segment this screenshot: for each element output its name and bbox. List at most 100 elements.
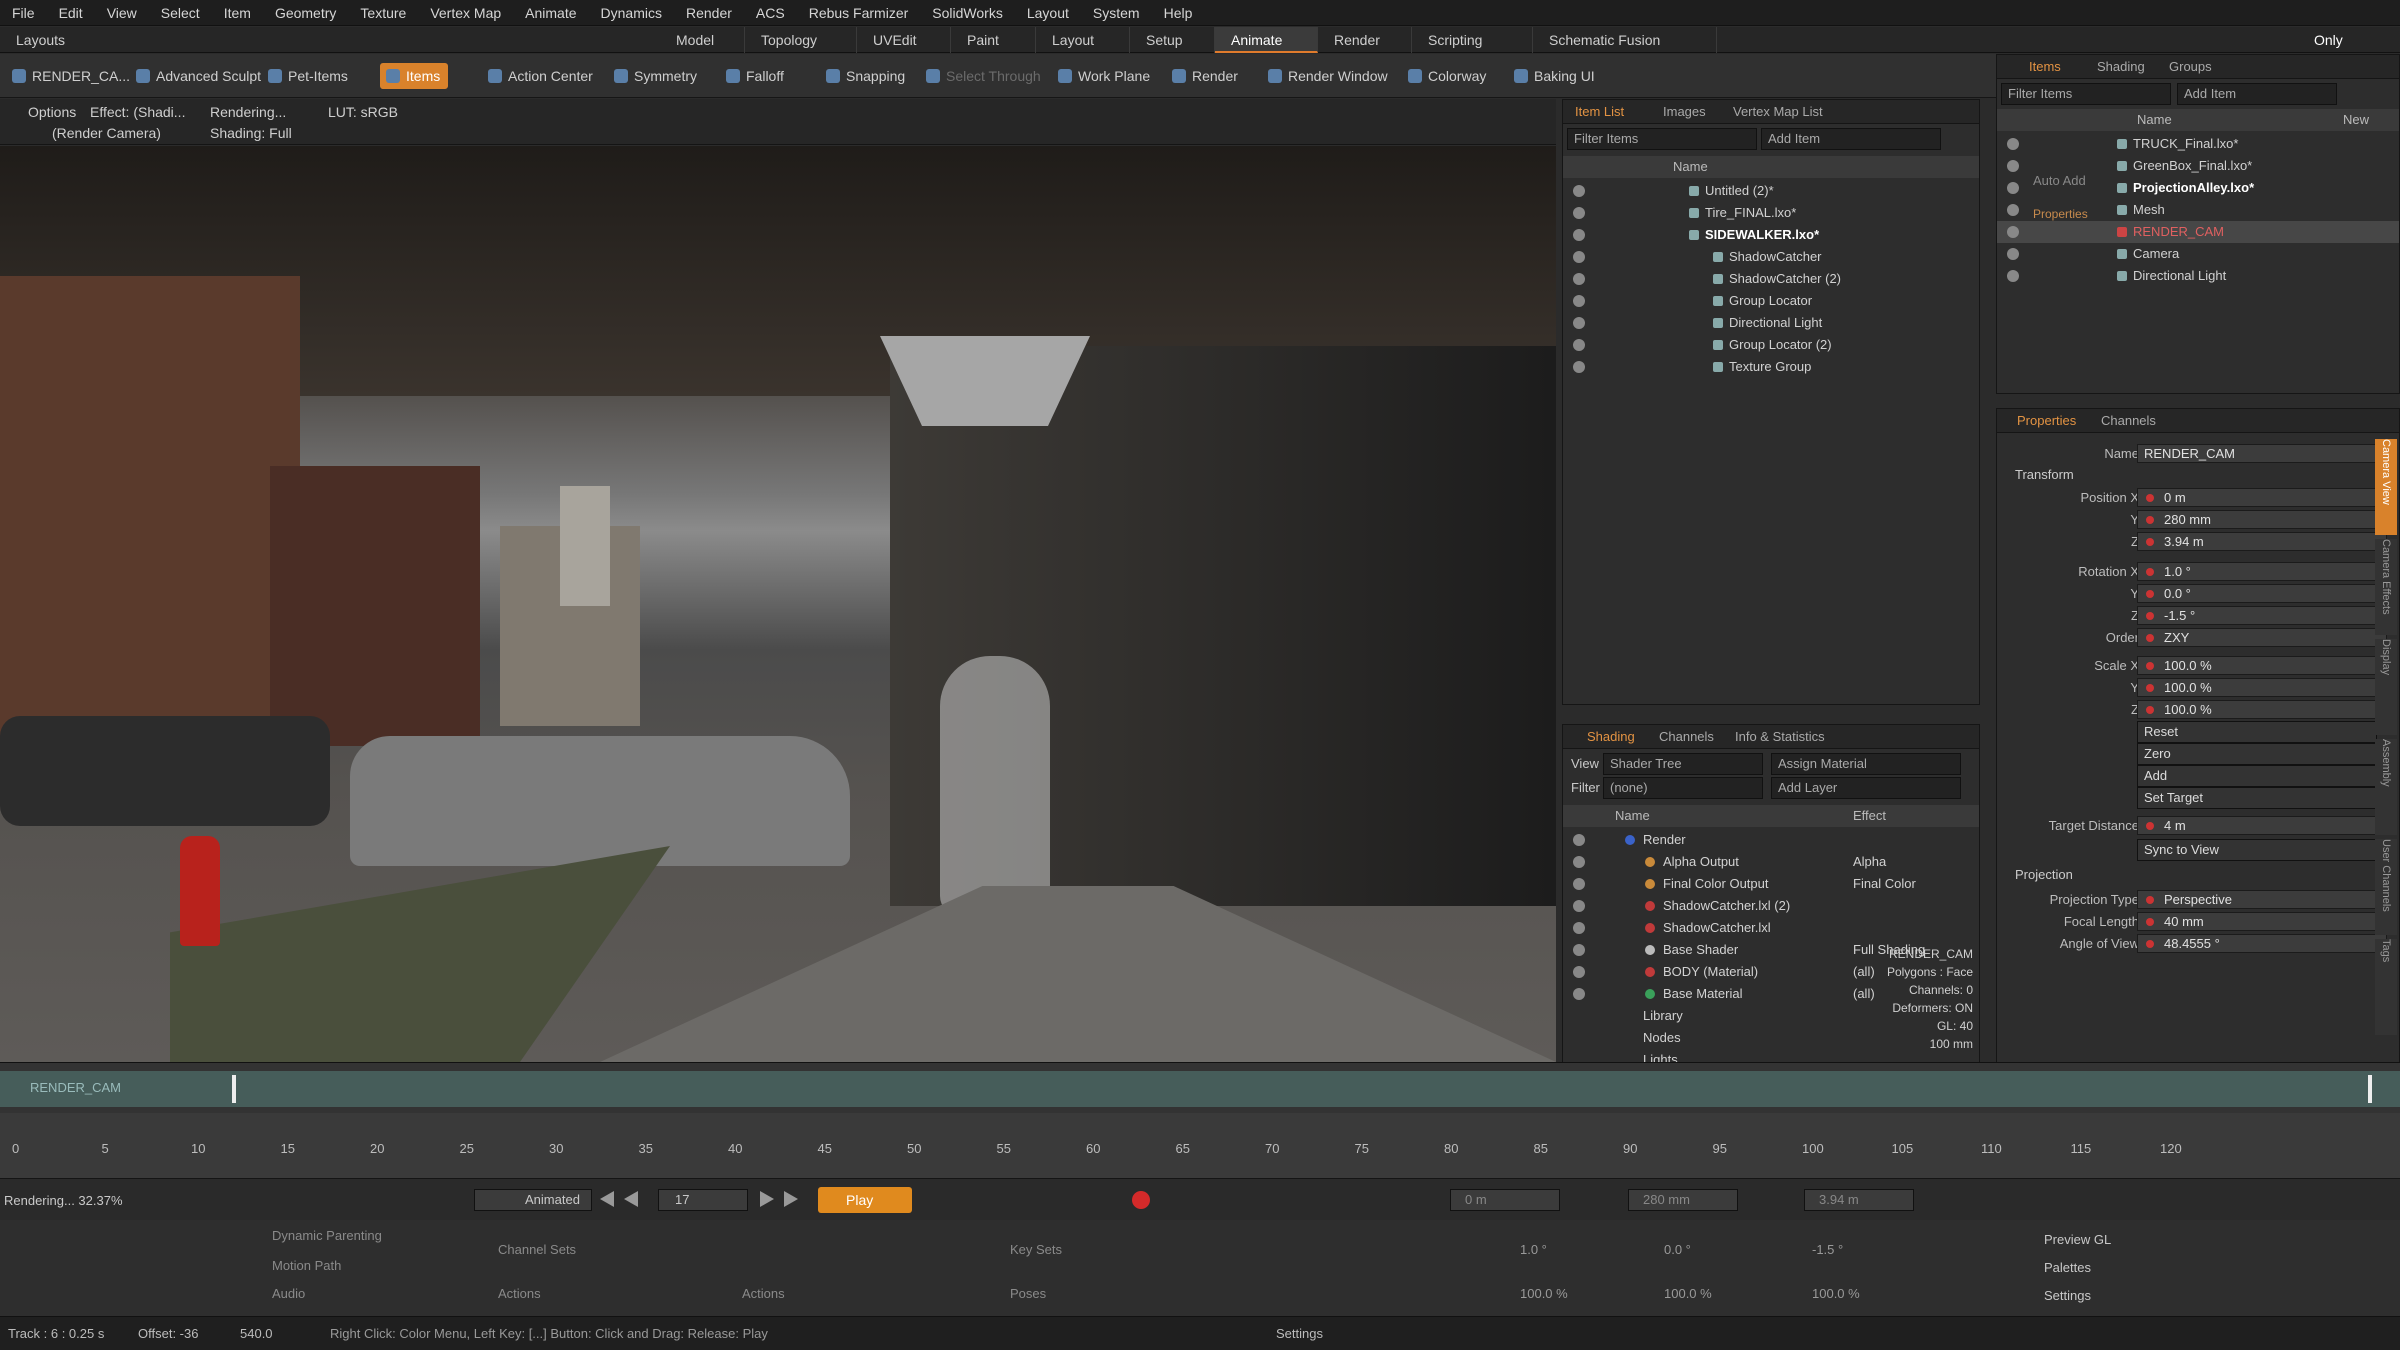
rotation-z-field[interactable]: -1.5 ° [2137, 606, 2387, 625]
toolbar-baking-ui-button[interactable]: Baking UI [1508, 63, 1603, 89]
shading-filter-select[interactable]: (none) [1603, 777, 1763, 799]
render-viewport[interactable] [0, 146, 1556, 1062]
toolbar-work-plane-button[interactable]: Work Plane [1052, 63, 1158, 89]
eye-icon[interactable] [2007, 204, 2019, 216]
poses[interactable]: Poses [1010, 1286, 1046, 1301]
menu-solidworks[interactable]: SolidWorks [920, 0, 1015, 26]
shader-row[interactable]: Render [1563, 829, 1979, 851]
rotation-order-field[interactable]: ZXY [2137, 628, 2387, 647]
keyframe-dot-icon[interactable] [2146, 590, 2154, 598]
pos-y-field[interactable]: 280 mm [1628, 1189, 1738, 1211]
eye-icon[interactable] [1573, 339, 1585, 351]
eye-icon[interactable] [1573, 273, 1585, 285]
timeline-ruler[interactable]: 0 5 10 15 20 25 30 35 40 45 50 55 60 65 70 75 80 85 90 95 10… [0, 1113, 2400, 1179]
menu-view[interactable]: View [95, 0, 149, 26]
list-item[interactable]: SIDEWALKER.lxo* [1563, 224, 1979, 246]
record-icon[interactable] [1132, 1191, 1150, 1209]
keyframe-dot-icon[interactable] [2146, 662, 2154, 670]
eye-icon[interactable] [2007, 270, 2019, 282]
list-item[interactable]: ProjectionAlley.lxo* [1997, 177, 2399, 199]
menu-animate[interactable]: Animate [513, 0, 588, 26]
tab-groups[interactable]: Groups [2169, 59, 2212, 74]
set-target-button[interactable]: Set Target [2137, 787, 2377, 809]
only-toggle[interactable]: Only [2298, 27, 2359, 53]
toolbar-select-through-button[interactable]: Select Through [920, 63, 1049, 89]
toolbar-action-center-button[interactable]: Action Center [482, 63, 601, 89]
rot-z[interactable]: -1.5 ° [1812, 1242, 1843, 1257]
eye-icon[interactable] [1573, 988, 1585, 1000]
key-sets[interactable]: Key Sets [1010, 1242, 1062, 1257]
sync-to-view-button[interactable]: Sync to View [2137, 839, 2377, 861]
toolbar-render-button[interactable]: Render [1166, 63, 1246, 89]
preview-gl[interactable]: Preview GL [2044, 1232, 2111, 1247]
menu-vertex-map[interactable]: Vertex Map [418, 0, 513, 26]
rot-y[interactable]: 0.0 ° [1664, 1242, 1691, 1257]
list-item[interactable]: Tire_FINAL.lxo* [1563, 202, 1979, 224]
items-filter-input[interactable]: Filter Items [2001, 83, 2171, 105]
eye-icon[interactable] [1573, 922, 1585, 934]
eye-icon[interactable] [2007, 160, 2019, 172]
keyframe-dot-icon[interactable] [2146, 706, 2154, 714]
eye-icon[interactable] [1573, 295, 1585, 307]
toolbar-snapping-button[interactable]: Snapping [820, 63, 913, 89]
eye-icon[interactable] [2007, 226, 2019, 238]
tab-shading-right[interactable]: Shading [2097, 59, 2145, 74]
eye-icon[interactable] [1573, 944, 1585, 956]
viewport-camera[interactable]: (Render Camera) [52, 125, 161, 141]
position-x-field[interactable]: 0 m [2137, 488, 2387, 507]
eye-icon[interactable] [1573, 185, 1585, 197]
menu-select[interactable]: Select [149, 0, 212, 26]
position-z-field[interactable]: 3.94 m [2137, 532, 2387, 551]
keyframe-dot-icon[interactable] [2146, 684, 2154, 692]
tab-layout-schematic-fusion[interactable]: Schematic Fusion [1533, 27, 1717, 53]
keyframe-dot-icon[interactable] [2146, 538, 2154, 546]
angle-of-view-field[interactable]: 48.4555 ° [2137, 934, 2387, 953]
viewport-lut[interactable]: LUT: sRGB [328, 104, 398, 120]
transform-section[interactable]: Transform [2015, 467, 2074, 482]
tab-layout-uvedit[interactable]: UVEdit [857, 27, 951, 53]
viewport-shading[interactable]: Shading: Full [210, 125, 292, 141]
timeline-end-marker[interactable] [2368, 1075, 2372, 1103]
items-add-item[interactable]: Add Item [2177, 83, 2337, 105]
tab-images[interactable]: Images [1663, 104, 1706, 119]
next-frame-icon[interactable] [760, 1191, 774, 1207]
tab-channels-right[interactable]: Channels [2101, 413, 2156, 428]
toolbar-advanced-sculpt-button[interactable]: Advanced Sculpt [130, 63, 269, 89]
channel-sets[interactable]: Channel Sets [498, 1242, 576, 1257]
menu-system[interactable]: System [1081, 0, 1152, 26]
menu-layout[interactable]: Layout [1015, 0, 1081, 26]
menu-help[interactable]: Help [1152, 0, 1205, 26]
motion-path[interactable]: Motion Path [272, 1258, 341, 1273]
position-y-field[interactable]: 280 mm [2137, 510, 2387, 529]
scale-y[interactable]: 100.0 % [1664, 1286, 1712, 1301]
toolbar-symmetry-button[interactable]: Symmetry [608, 63, 705, 89]
list-item[interactable]: GreenBox_Final.lxo* [1997, 155, 2399, 177]
keyframe-dot-icon[interactable] [2146, 822, 2154, 830]
toolbar-colorway-button[interactable]: Colorway [1402, 63, 1494, 89]
name-field[interactable]: RENDER_CAM [2137, 444, 2387, 463]
list-item[interactable]: Untitled (2)* [1563, 180, 1979, 202]
toolbar-items-button[interactable]: Items [380, 63, 449, 89]
eye-icon[interactable] [1573, 856, 1585, 868]
eye-icon[interactable] [1573, 878, 1585, 890]
keyframe-dot-icon[interactable] [2146, 612, 2154, 620]
eye-icon[interactable] [2007, 248, 2019, 260]
eye-icon[interactable] [1573, 966, 1585, 978]
audio[interactable]: Audio [272, 1286, 305, 1301]
status-settings[interactable]: Settings [1276, 1326, 1323, 1341]
keyframe-dot-icon[interactable] [2146, 516, 2154, 524]
viewport-rendering[interactable]: Rendering... [210, 104, 286, 120]
shading-view-select[interactable]: Shader Tree [1603, 753, 1763, 775]
add-button[interactable]: Add [2137, 765, 2377, 787]
list-item[interactable]: TRUCK_Final.lxo* [1997, 133, 2399, 155]
side-tab-user-channels[interactable]: User Channels [2375, 839, 2397, 935]
shader-row[interactable]: Alpha Output Alpha [1563, 851, 1979, 873]
eye-icon[interactable] [1573, 207, 1585, 219]
rot-x[interactable]: 1.0 ° [1520, 1242, 1547, 1257]
menu-render[interactable]: Render [674, 0, 744, 26]
menu-texture[interactable]: Texture [348, 0, 418, 26]
toolbar-render-window-button[interactable]: Render Window [1262, 63, 1396, 89]
settings-right[interactable]: Settings [2044, 1288, 2091, 1303]
pos-x-field[interactable]: 0 m [1450, 1189, 1560, 1211]
add-item-dropdown[interactable]: Add Item [1761, 128, 1941, 150]
